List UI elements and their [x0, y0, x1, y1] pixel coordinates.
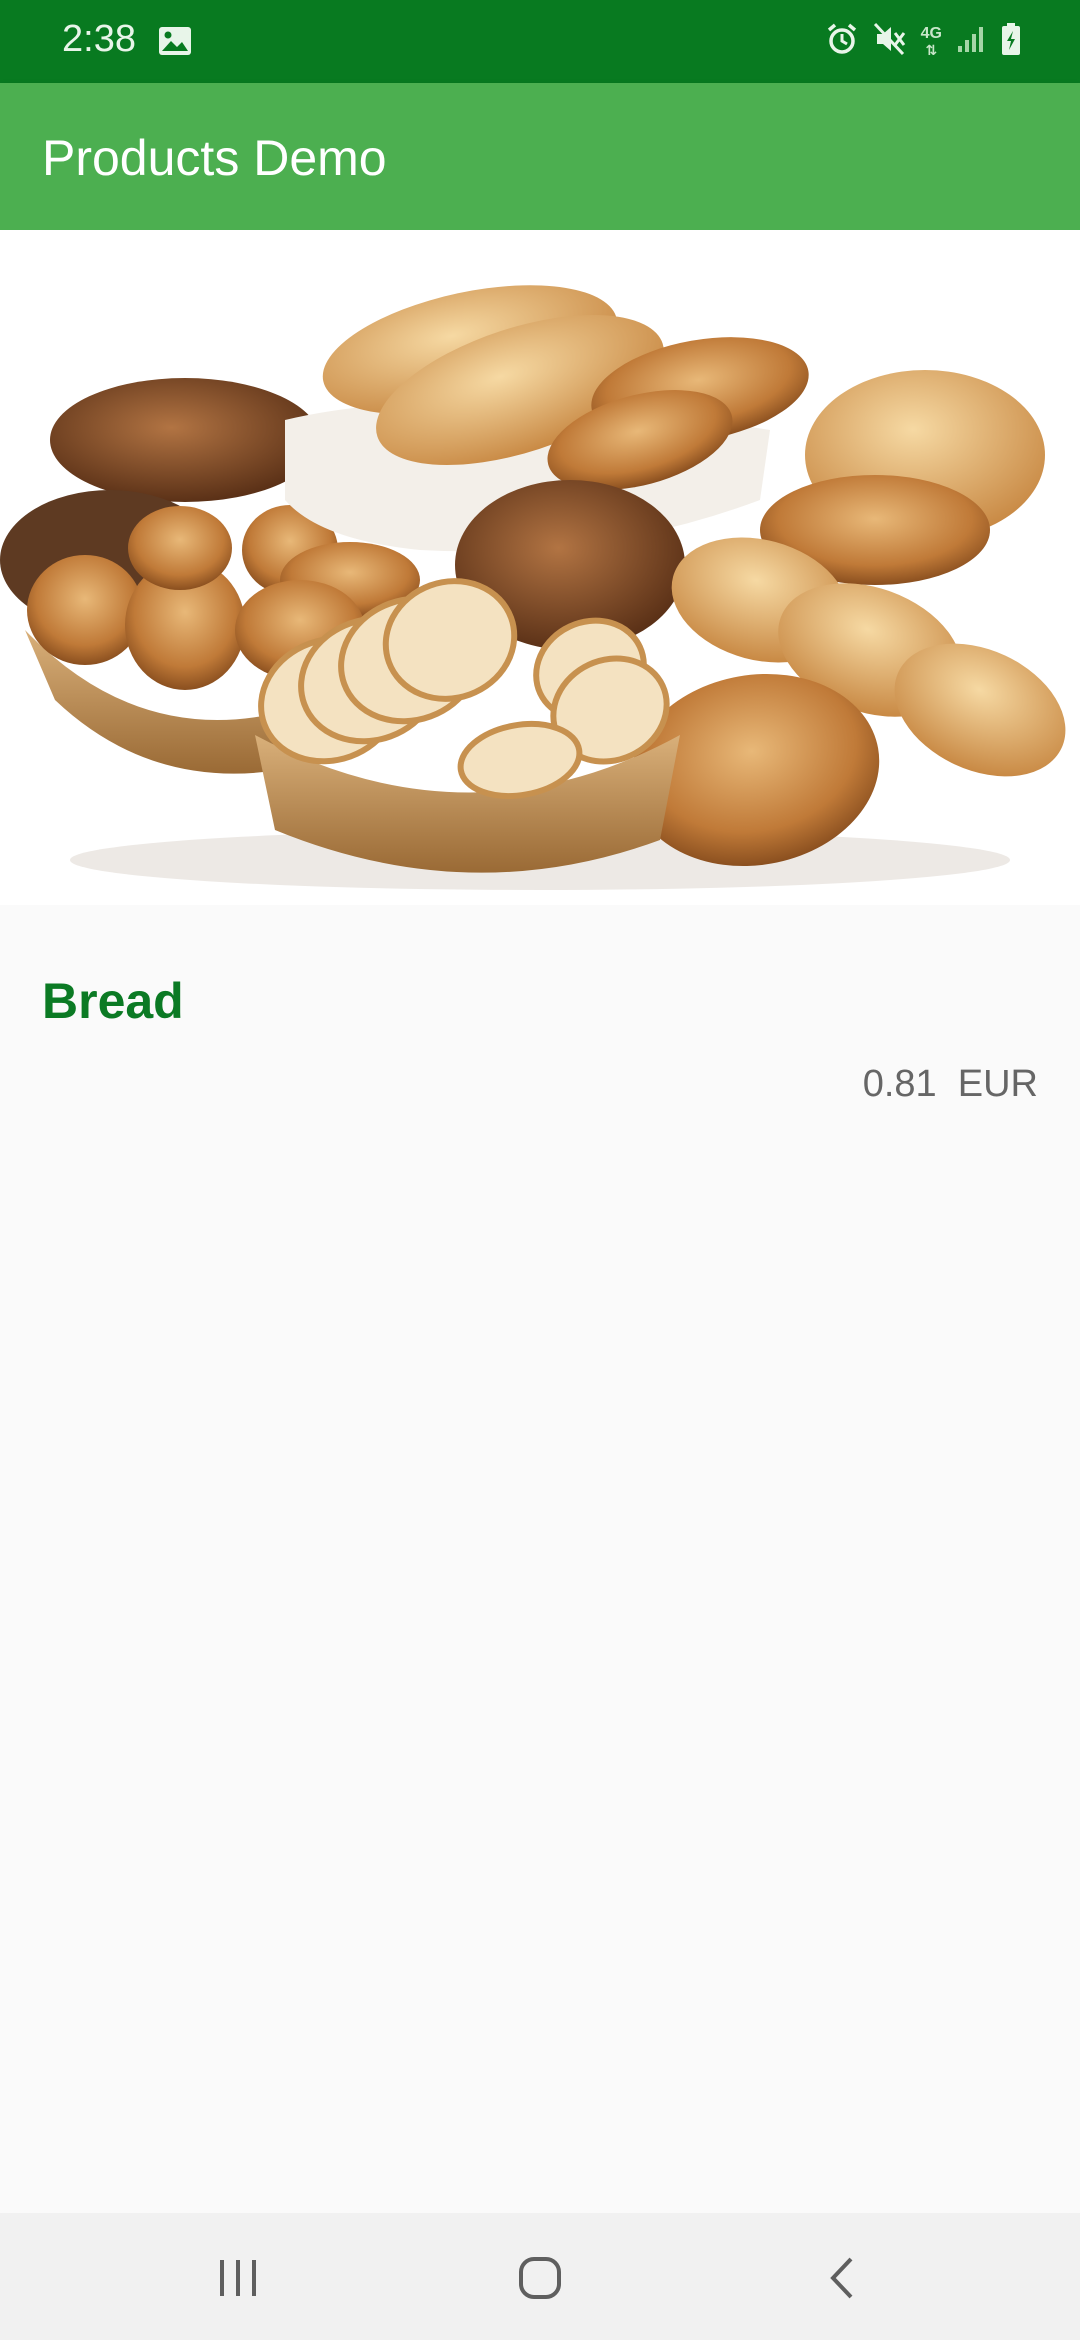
product-name: Bread — [42, 973, 184, 1029]
bread-assortment-image — [0, 230, 1080, 905]
data-arrows-icon: ⇅ — [925, 41, 938, 58]
alarm-icon — [825, 22, 859, 61]
mute-icon — [873, 22, 907, 61]
status-icons: 4G ⇅ — [825, 22, 1022, 61]
app-title: Products Demo — [42, 130, 387, 186]
network-label: 4G — [920, 24, 942, 42]
home-icon[interactable] — [500, 2243, 580, 2313]
back-icon[interactable] — [802, 2243, 882, 2313]
4g-icon: 4G ⇅ — [920, 24, 942, 58]
status-time: 2:38 — [62, 18, 136, 60]
signal-icon — [956, 24, 986, 59]
app-bar: Products Demo — [0, 83, 1080, 230]
status-bar: 2:38 4G ⇅ — [0, 0, 1080, 83]
product-price: 0.81 EUR — [862, 1063, 1038, 1105]
nav-bar — [0, 2213, 1080, 2340]
battery-charging-icon — [1000, 22, 1022, 61]
image-icon — [158, 26, 192, 61]
recents-icon[interactable] — [198, 2243, 278, 2313]
